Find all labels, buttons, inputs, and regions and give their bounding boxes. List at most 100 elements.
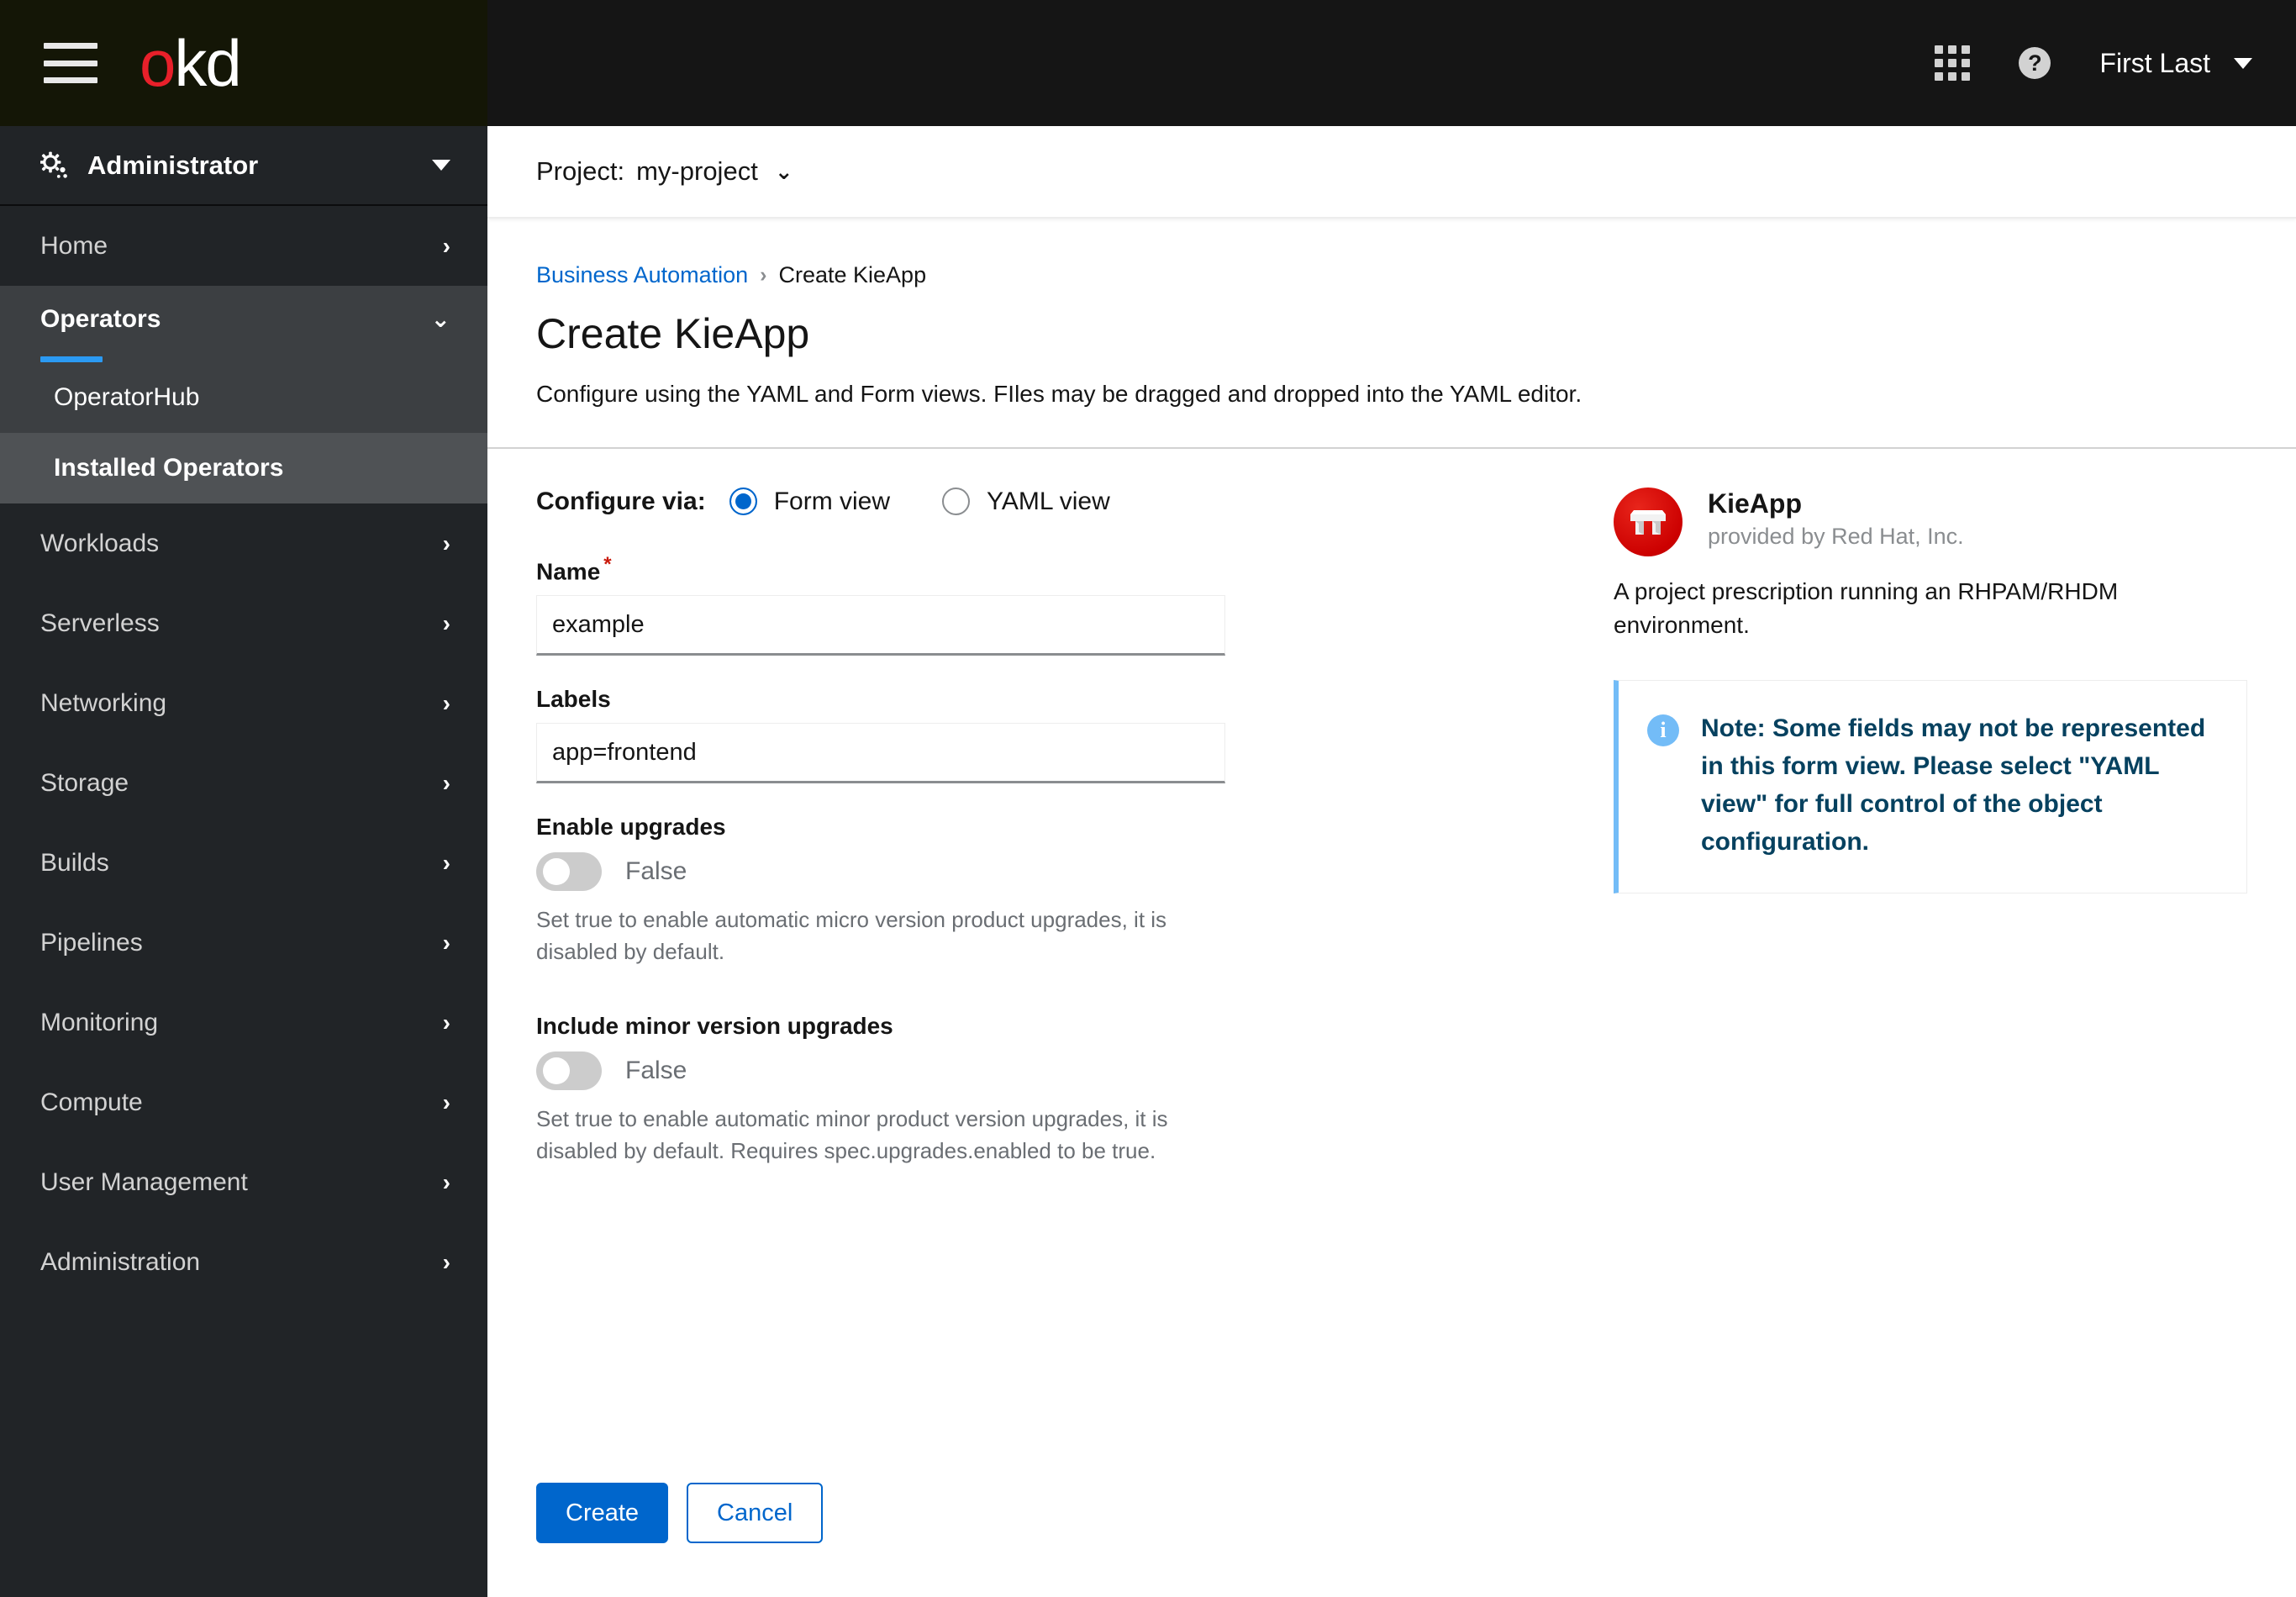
operator-name: KieApp [1708, 488, 1802, 519]
chevron-right-icon: › [442, 609, 450, 636]
sidebar-subitem-label: OperatorHub [54, 383, 200, 411]
radio-option-yaml-view[interactable]: YAML view [942, 488, 1110, 516]
chevron-right-icon: › [442, 929, 450, 956]
sidebar-item-storage[interactable]: Storage › [0, 743, 487, 823]
chevron-right-icon: › [442, 1168, 450, 1195]
sidebar-item-operatorhub[interactable]: OperatorHub [0, 362, 487, 433]
user-menu[interactable]: First Last [2099, 48, 2252, 79]
sidebar-item-installed-operators[interactable]: Installed Operators [0, 433, 487, 503]
create-button[interactable]: Create [536, 1483, 669, 1543]
perspective-switcher-administrator[interactable]: Administrator [0, 126, 487, 206]
labels-field-group: Labels [536, 686, 1565, 784]
toggle-knob [543, 1057, 570, 1085]
page-header: Business Automation › Create KieApp Crea… [487, 219, 2296, 447]
configure-via-label: Configure via: [536, 487, 706, 515]
enable-upgrades-group: Enable upgrades False Set true to enable… [536, 814, 1565, 1001]
create-kieapp-form: Configure via: Form view YAML view Name * [487, 449, 1565, 1597]
include-minor-upgrades-switch-row: False [536, 1051, 1565, 1091]
labels-field-label: Labels [536, 686, 611, 713]
include-minor-upgrades-help-text: Set true to enable automatic minor produ… [536, 1106, 1168, 1164]
note-text: Note: Some fields may not be represented… [1701, 714, 2206, 856]
sidebar-subitem-label: Installed Operators [54, 454, 284, 482]
caret-down-icon [2234, 57, 2252, 69]
caret-down-icon [432, 160, 450, 171]
sidebar-item-user-management[interactable]: User Management › [0, 1142, 487, 1222]
sidebar-group-label: Operators [40, 305, 161, 333]
sidebar-item-networking[interactable]: Networking › [0, 663, 487, 743]
name-field-label: Name * [536, 553, 1565, 585]
chevron-right-icon: › [442, 1009, 450, 1036]
chevron-right-icon: › [442, 689, 450, 716]
enable-upgrades-toggle[interactable] [536, 852, 602, 892]
sidebar-item-serverless[interactable]: Serverless › [0, 583, 487, 663]
sidebar-item-workloads[interactable]: Workloads › [0, 503, 487, 583]
operator-header: KieApp provided by Red Hat, Inc. [1614, 487, 2247, 556]
sidebar-item-label: Administration [40, 1247, 201, 1276]
chevron-down-icon[interactable]: ⌄ [775, 161, 793, 182]
help-glyph: ? [2019, 47, 2051, 79]
sidebar-item-compute[interactable]: Compute › [0, 1062, 487, 1142]
okd-logo-o: o [140, 26, 176, 100]
help-question-icon[interactable]: ? [2019, 47, 2051, 79]
toggle-knob [543, 858, 570, 886]
name-input[interactable] [536, 595, 1225, 656]
primary-navigation-sidebar: Administrator Home › Operators ⌄ Operato… [0, 126, 487, 1597]
labels-input[interactable] [536, 723, 1225, 784]
okd-logo[interactable]: okd [140, 30, 242, 96]
sidebar-item-pipelines[interactable]: Pipelines › [0, 903, 487, 983]
app-launcher-grid-icon[interactable] [1935, 45, 1971, 81]
breadcrumb-link-business-automation[interactable]: Business Automation [536, 262, 748, 288]
sidebar-item-label: Workloads [40, 529, 160, 557]
content-row: Configure via: Form view YAML view Name * [487, 449, 2296, 1597]
okd-logo-kd: kd [174, 26, 241, 100]
operator-titles: KieApp provided by Red Hat, Inc. [1708, 488, 1964, 551]
sidebar-item-label: Serverless [40, 609, 160, 637]
sidebar-item-operators[interactable]: Operators ⌄ [0, 286, 487, 356]
enable-upgrades-help-text: Set true to enable automatic micro versi… [536, 907, 1167, 964]
enable-upgrades-value: False [625, 857, 687, 886]
radio-yaml-view-label: YAML view [987, 487, 1110, 515]
project-selector-bar: Project: my-project ⌄ [487, 126, 2296, 219]
chevron-right-icon: › [442, 1088, 450, 1115]
project-name[interactable]: my-project [636, 156, 758, 187]
chevron-right-icon: › [442, 530, 450, 556]
kieapp-red-hat-logo-icon [1614, 487, 1683, 556]
chevron-down-icon: ⌄ [430, 306, 450, 332]
name-label-text: Name [536, 558, 601, 585]
sidebar-item-label: Storage [40, 768, 129, 797]
info-circle-icon: i [1647, 714, 1679, 746]
hamburger-menu-icon[interactable] [44, 43, 97, 83]
sidebar-item-label: Home [40, 231, 108, 260]
masthead-utilities: ? First Last [1935, 0, 2296, 126]
sidebar-item-label: Pipelines [40, 928, 143, 957]
enable-upgrades-label: Enable upgrades [536, 814, 726, 841]
perspective-label: Administrator [87, 150, 259, 180]
sidebar-item-label: Monitoring [40, 1008, 159, 1036]
masthead: okd ? First Last [0, 0, 2296, 126]
enable-upgrades-switch-row: False [536, 852, 1565, 892]
form-view-note-alert: i Note: Some fields may not be represent… [1614, 679, 2247, 893]
include-minor-upgrades-value: False [625, 1057, 687, 1085]
sidebar-item-monitoring[interactable]: Monitoring › [0, 983, 487, 1062]
breadcrumb-separator-icon: › [760, 263, 767, 287]
user-name-label: First Last [2099, 47, 2210, 78]
chevron-right-icon: › [442, 232, 450, 259]
page-body: Administrator Home › Operators ⌄ Operato… [0, 126, 2296, 1597]
operator-provider: provided by Red Hat, Inc. [1708, 524, 1964, 550]
radio-option-form-view[interactable]: Form view [729, 488, 890, 516]
project-label: Project: [536, 156, 625, 186]
radio-form-view-indicator[interactable] [729, 488, 757, 516]
sidebar-item-builds[interactable]: Builds › [0, 823, 487, 903]
sidebar-item-home[interactable]: Home › [0, 206, 487, 286]
include-minor-upgrades-group: Include minor version upgrades False Set… [536, 1013, 1565, 1200]
required-asterisk: * [603, 552, 612, 576]
radio-yaml-view-indicator[interactable] [942, 488, 971, 516]
chevron-right-icon: › [442, 1248, 450, 1275]
operator-description: A project prescription running an RHPAM/… [1614, 577, 2119, 639]
cancel-button[interactable]: Cancel [687, 1483, 824, 1543]
sidebar-item-label: Builds [40, 848, 109, 877]
okd-console-page: okd ? First Last Administrator Home › Op… [0, 0, 2296, 1597]
gear-icon [39, 151, 69, 180]
include-minor-upgrades-toggle[interactable] [536, 1051, 602, 1091]
sidebar-item-administration[interactable]: Administration › [0, 1222, 487, 1302]
